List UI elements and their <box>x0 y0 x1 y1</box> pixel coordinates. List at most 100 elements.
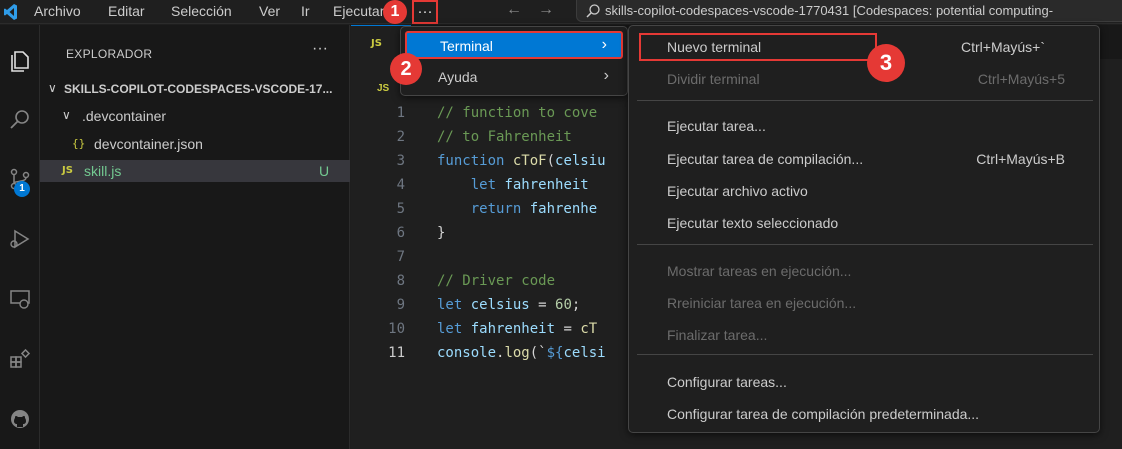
line-number: 5 <box>396 201 405 217</box>
js-file-icon: JS <box>62 165 73 176</box>
code-token: 60 <box>555 297 572 313</box>
terminal-submenu: Nuevo terminal Ctrl+Mayús+` Dividir termin… <box>628 25 1100 433</box>
menu-archivo[interactable]: Archivo <box>34 3 81 19</box>
code-token: fahrenhe <box>529 201 598 217</box>
menu-item-shortcut: Ctrl+Mayús+B <box>976 151 1065 167</box>
code-line: } <box>437 225 445 241</box>
line-number: 4 <box>396 177 405 193</box>
menu-item-configurar-tareas[interactable]: Configurar tareas... <box>637 368 1093 396</box>
title-bar: Archivo Editar Selección Ver Ir Ejecutar… <box>0 0 1122 24</box>
menu-item-rreiniciar-tarea-en-ejecución: Rreiniciar tarea en ejecución... <box>637 289 1093 317</box>
menu-item-configurar-tarea-de-compilación-predeterminada[interactable]: Configurar tarea de compilación predeter… <box>637 400 1093 428</box>
menu-item-nuevo-terminal[interactable]: Nuevo terminal Ctrl+Mayús+` <box>639 33 1045 61</box>
code-token: let <box>437 321 471 337</box>
menu-item-label: Ayuda <box>438 69 478 85</box>
menu-ver[interactable]: Ver <box>259 3 280 19</box>
explorer-panel: EXPLORADOR ··· ∨ SKILLS-COPILOT-CODESPAC… <box>40 25 350 449</box>
chevron-down-icon: ∨ <box>48 81 57 95</box>
command-center-text: skills-copilot-codespaces-vscode-1770431… <box>605 3 1054 18</box>
explorer-more-button[interactable]: ··· <box>312 40 328 58</box>
root-folder-label: SKILLS-COPILOT-CODESPACES-VSCODE-17... <box>64 82 333 96</box>
line-number: 7 <box>396 249 405 265</box>
untracked-status: U <box>319 163 330 179</box>
menu-item-terminal[interactable]: Terminal › <box>405 31 623 59</box>
code-token: celsi <box>563 345 606 361</box>
breadcrumb-js-icon: JS <box>377 83 390 94</box>
menu-item-shortcut: Ctrl+Mayús+` <box>961 39 1046 55</box>
search-icon[interactable] <box>0 101 40 137</box>
code-token: cToF <box>512 153 547 169</box>
file-skill-js[interactable]: JS skill.js U <box>40 160 350 182</box>
file-devcontainer-json[interactable]: {} devcontainer.json <box>40 133 350 155</box>
step-marker-3: 3 <box>867 44 905 82</box>
chevron-right-icon: › <box>603 67 609 84</box>
command-center-search[interactable]: skills-copilot-codespaces-vscode-1770431… <box>576 0 1122 22</box>
js-file-icon: JS <box>371 38 382 49</box>
more-menu-button[interactable]: ··· <box>412 0 438 24</box>
code-line: // to Fahrenheit <box>437 129 572 145</box>
run-debug-icon[interactable] <box>0 221 40 257</box>
menu-item-label: Ejecutar texto seleccionado <box>667 215 839 231</box>
back-arrow-icon[interactable]: ← <box>506 1 522 19</box>
menu-separator <box>637 354 1093 355</box>
menu-item-ejecutar-texto-seleccionado[interactable]: Ejecutar texto seleccionado <box>637 209 1093 237</box>
menu-item-label: Rreiniciar tarea en ejecución... <box>667 295 857 311</box>
code-token: (` <box>529 345 547 361</box>
code-token: log <box>504 345 530 361</box>
code-line: console.log(`${celsi <box>437 345 606 361</box>
json-file-icon: {} <box>72 137 86 150</box>
menu-item-finalizar-tarea: Finalizar tarea... <box>637 321 1093 349</box>
code-token: // to Fahrenheit <box>437 129 572 145</box>
file-label: devcontainer.json <box>94 136 203 152</box>
code-line: // function to cove <box>437 105 597 121</box>
code-token: console <box>437 345 497 361</box>
code-line: let fahrenheit <box>437 177 589 193</box>
code-line: let fahrenheit = cT <box>437 321 597 337</box>
activity-bar: 1 <box>0 25 40 449</box>
menu-item-shortcut: Ctrl+Mayús+5 <box>977 71 1065 87</box>
code-token: fahrenheit <box>504 177 589 193</box>
menu-item-ejecutar-archivo-activo[interactable]: Ejecutar archivo activo <box>637 177 1093 205</box>
menu-ejecutar[interactable]: Ejecutar <box>333 3 387 19</box>
menu-item-label: Configurar tareas... <box>667 374 787 390</box>
line-number: 2 <box>396 129 405 145</box>
menu-item-dividir-terminal: Dividir terminal Ctrl+Mayús+5 <box>637 65 1093 93</box>
menu-ir[interactable]: Ir <box>301 3 310 19</box>
code-token: ( <box>546 153 556 169</box>
menu-item-ayuda[interactable]: Ayuda › <box>405 64 623 92</box>
remote-explorer-icon[interactable] <box>0 281 40 317</box>
code-token: function <box>437 153 513 169</box>
line-number: 10 <box>388 321 405 337</box>
code-token: let <box>437 177 505 193</box>
code-token: fahrenheit <box>470 321 556 337</box>
vscode-logo-icon <box>4 4 17 20</box>
search-icon <box>586 4 600 18</box>
forward-arrow-icon[interactable]: → <box>538 1 554 19</box>
line-number: 6 <box>396 225 405 241</box>
folder-label: .devcontainer <box>82 108 167 124</box>
menu-separator <box>637 100 1093 101</box>
explorer-root-folder[interactable]: ∨ SKILLS-COPILOT-CODESPACES-VSCODE-17... <box>40 78 350 100</box>
extensions-icon[interactable] <box>0 341 40 377</box>
code-token: } <box>437 225 446 241</box>
menu-seleccion[interactable]: Selección <box>171 3 232 19</box>
code-line: return fahrenhe <box>437 201 597 217</box>
code-token: return <box>437 201 530 217</box>
chevron-down-icon: ∨ <box>62 108 71 122</box>
code-line: // Driver code <box>437 273 555 289</box>
line-number: 8 <box>396 273 405 289</box>
chevron-right-icon: › <box>601 36 607 53</box>
explorer-icon[interactable] <box>0 43 40 79</box>
line-number: 1 <box>396 105 405 121</box>
code-line: function cToF(celsiu <box>437 153 606 169</box>
menu-item-ejecutar-tarea-de-compilación[interactable]: Ejecutar tarea de compilación... Ctrl+May… <box>637 145 1093 173</box>
menu-item-label: Mostrar tareas en ejecución... <box>667 263 852 279</box>
github-icon[interactable] <box>0 401 40 437</box>
code-token: = <box>555 321 581 337</box>
folder-devcontainer[interactable]: ∨ .devcontainer <box>40 105 350 127</box>
menu-item-ejecutar-tarea[interactable]: Ejecutar tarea... <box>637 112 1093 140</box>
menu-editar[interactable]: Editar <box>108 3 145 19</box>
step-marker-2: 2 <box>390 53 422 85</box>
code-line: let celsius = 60; <box>437 297 580 313</box>
source-control-badge: 1 <box>14 181 30 197</box>
